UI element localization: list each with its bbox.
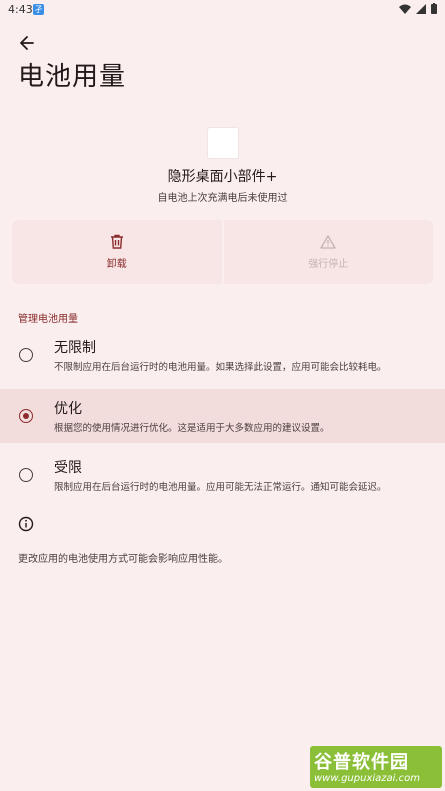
uninstall-label: 卸载 <box>106 259 127 270</box>
battery-icon <box>431 3 437 14</box>
watermark-url: www.gupuxiazai.com <box>314 773 420 784</box>
option-title: 优化 <box>54 401 82 417</box>
app-usage-summary: 自电池上次充满电后未使用过 <box>157 193 288 204</box>
notification-icon: 孑 <box>33 4 44 15</box>
option-optimized[interactable]: 优化 根据您的使用情况进行优化。这是适用于大多数应用的建议设置。 <box>0 389 445 443</box>
option-description: 限制应用在后台运行时的电池用量。应用可能无法正常运行。通知可能会延迟。 <box>54 482 387 493</box>
page-title: 电池用量 <box>18 62 127 92</box>
signal-icon <box>416 3 426 14</box>
status-time: 4:43 <box>8 3 33 16</box>
radio-unrestricted[interactable] <box>19 348 33 362</box>
status-bar: 4:43 孑 <box>0 0 445 20</box>
info-text: 更改应用的电池使用方式可能会影响应用性能。 <box>18 554 228 565</box>
watermark: 谷普软件园 www.gupuxiazai.com <box>310 746 442 788</box>
force-stop-label: 强行停止 <box>308 258 349 270</box>
status-icons <box>399 3 437 14</box>
back-arrow-icon <box>20 36 34 50</box>
option-restricted[interactable]: 受限 限制应用在后台运行时的电池用量。应用可能无法正常运行。通知可能会延迟。 <box>0 448 445 502</box>
option-title: 受限 <box>54 460 82 476</box>
action-bar: 卸载 强行停止 <box>12 220 433 284</box>
section-title: 管理电池用量 <box>18 314 78 325</box>
radio-optimized[interactable] <box>19 409 33 423</box>
radio-restricted[interactable] <box>19 468 33 482</box>
info-icon <box>18 516 34 532</box>
watermark-logo-text: 谷普软件园 <box>314 752 409 773</box>
option-description: 不限制应用在后台运行时的电池用量。如果选择此设置，应用可能会比较耗电。 <box>54 362 387 373</box>
option-title: 无限制 <box>54 340 96 356</box>
back-button[interactable] <box>14 30 40 56</box>
option-description: 根据您的使用情况进行优化。这是适用于大多数应用的建议设置。 <box>54 423 330 434</box>
trash-icon <box>110 234 123 249</box>
option-unrestricted[interactable]: 无限制 不限制应用在后台运行时的电池用量。如果选择此设置，应用可能会比较耗电。 <box>0 328 445 382</box>
app-icon <box>207 127 239 159</box>
warning-icon <box>320 234 336 249</box>
app-name: 隐形桌面小部件+ <box>167 169 278 185</box>
uninstall-button[interactable]: 卸载 <box>12 220 222 284</box>
force-stop-button[interactable]: 强行停止 <box>223 220 433 284</box>
wifi-icon <box>399 4 411 14</box>
